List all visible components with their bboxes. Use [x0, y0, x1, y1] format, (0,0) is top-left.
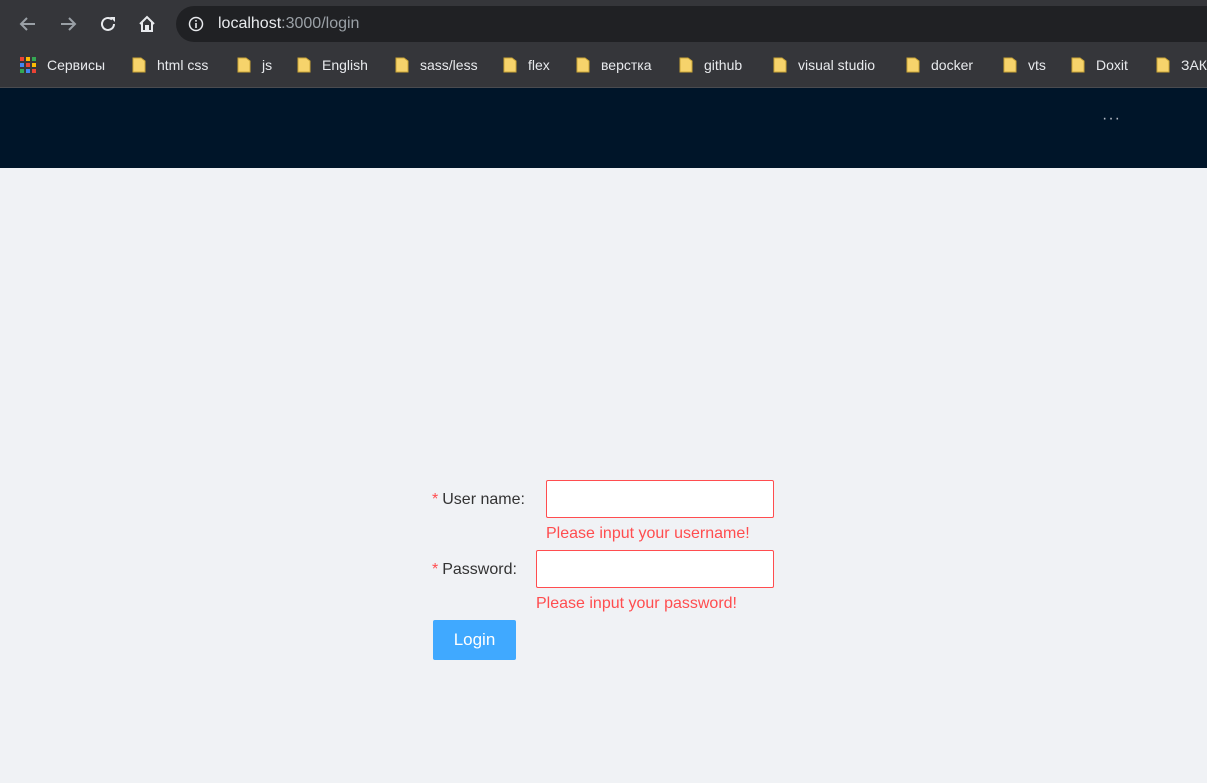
- folder-icon: [576, 57, 590, 73]
- bookmark-docker[interactable]: docker: [906, 49, 973, 81]
- bookmark-label: Сервисы: [47, 57, 106, 73]
- password-error: Please input your password!: [536, 595, 737, 612]
- bookmarks-bar: Сервисы html css js English sass/less fl…: [0, 49, 1207, 88]
- bookmark-github[interactable]: github: [679, 49, 742, 81]
- bookmark-label: docker: [931, 57, 974, 73]
- bookmark-verstka[interactable]: верстка: [576, 49, 651, 81]
- bookmark-visual-studio[interactable]: visual studio: [773, 49, 875, 81]
- bookmark-sass-less[interactable]: sass/less: [395, 49, 478, 81]
- url-host: localhost: [218, 15, 282, 32]
- label-colon: :: [512, 561, 517, 578]
- bookmark-label: верстка: [601, 57, 652, 73]
- bookmark-vts[interactable]: vts: [1003, 49, 1046, 81]
- app-header: [0, 88, 1207, 168]
- required-mark: *: [432, 491, 439, 508]
- folder-icon: [237, 57, 251, 73]
- bookmark-js[interactable]: js: [237, 49, 272, 81]
- bookmark-english[interactable]: English: [297, 49, 368, 81]
- bookmark-html-css[interactable]: html css: [132, 49, 208, 81]
- required-mark: *: [432, 561, 439, 578]
- folder-icon: [1156, 57, 1170, 73]
- bookmark-label: visual studio: [798, 57, 876, 73]
- password-label-text: Password: [442, 561, 513, 578]
- bookmark-label: html css: [157, 57, 209, 73]
- apps-icon: [20, 57, 36, 73]
- bookmark-label: Doxit: [1096, 57, 1128, 73]
- back-icon[interactable]: [16, 12, 40, 36]
- bookmark-services[interactable]: Сервисы: [20, 49, 105, 81]
- password-input[interactable]: [536, 550, 774, 588]
- bookmark-flex[interactable]: flex: [503, 49, 550, 81]
- url-path: :3000/login: [281, 15, 360, 32]
- folder-icon: [906, 57, 920, 73]
- username-input[interactable]: [546, 480, 774, 518]
- address-bar[interactable]: localhost:3000/login: [176, 6, 1207, 42]
- username-error: Please input your username!: [546, 525, 750, 542]
- bookmark-label: github: [704, 57, 743, 73]
- folder-icon: [395, 57, 409, 73]
- reload-icon[interactable]: [96, 12, 120, 36]
- bookmark-label: English: [322, 57, 368, 73]
- home-icon[interactable]: [135, 12, 159, 36]
- bookmark-label: sass/less: [420, 57, 478, 73]
- username-label: * User name:: [432, 491, 525, 509]
- browser-toolbar: localhost:3000/login: [0, 0, 1207, 49]
- folder-icon: [132, 57, 146, 73]
- folder-icon: [1003, 57, 1017, 73]
- folder-icon: [503, 57, 517, 73]
- folder-icon: [297, 57, 311, 73]
- url-text: localhost:3000/login: [218, 15, 359, 33]
- bookmark-label: ЗАК: [1181, 57, 1207, 73]
- username-label-text: User name: [442, 491, 521, 508]
- folder-icon: [773, 57, 787, 73]
- menu-overflow-icon[interactable]: ···: [1102, 110, 1121, 128]
- folder-icon: [1071, 57, 1085, 73]
- label-colon: :: [520, 491, 525, 508]
- forward-icon[interactable]: [56, 12, 80, 36]
- info-icon[interactable]: [188, 16, 204, 37]
- login-button[interactable]: Login: [433, 620, 516, 660]
- bookmark-label: flex: [528, 57, 550, 73]
- folder-icon: [679, 57, 693, 73]
- password-label: * Password:: [432, 561, 517, 579]
- bookmark-label: js: [262, 57, 273, 73]
- bookmark-zak[interactable]: ЗАК: [1156, 49, 1207, 81]
- bookmark-label: vts: [1028, 57, 1046, 73]
- bookmark-doxit[interactable]: Doxit: [1071, 49, 1128, 81]
